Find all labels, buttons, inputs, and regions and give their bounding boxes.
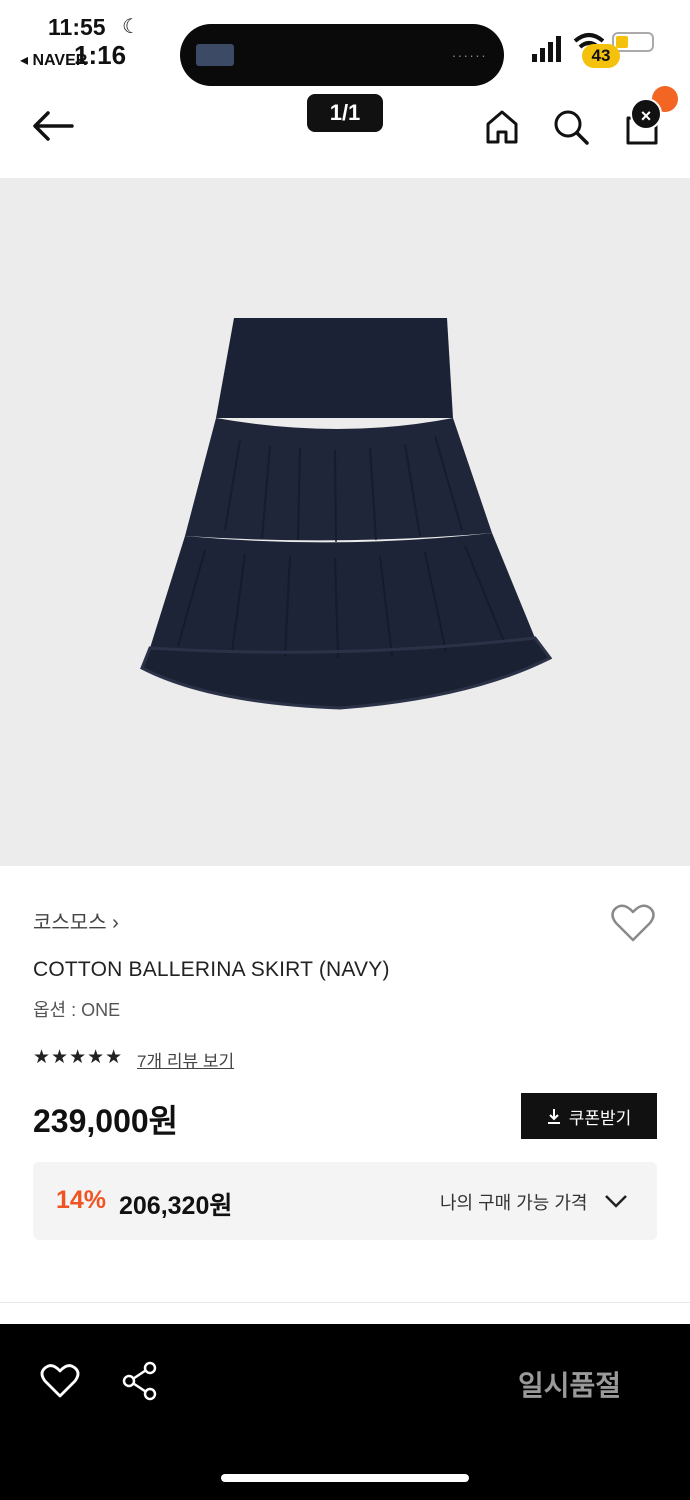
divider (0, 1302, 690, 1303)
share-icon[interactable] (120, 1360, 160, 1402)
coupon-label: 쿠폰받기 (568, 1108, 632, 1128)
image-pager: 1/1 (307, 94, 383, 132)
search-icon[interactable] (552, 108, 590, 146)
moon-icon: ☾ (122, 16, 140, 38)
product-name: COTTON BALLERINA SKIRT (NAVY) (33, 958, 390, 981)
soldout-button[interactable]: 일시품절 (518, 1364, 621, 1404)
brand-link[interactable]: 코스모스 › (33, 906, 119, 935)
product-option: 옵션 : ONE (33, 1000, 121, 1020)
back-arrow-icon[interactable] (30, 108, 76, 144)
skirt-illustration (140, 318, 553, 710)
battery-level-badge: 43 (582, 44, 620, 68)
wishlist-heart-icon[interactable] (40, 1362, 80, 1400)
review-link[interactable]: 7개 리뷰 보기 (137, 1047, 234, 1072)
chevron-down-icon[interactable] (604, 1190, 628, 1212)
home-icon[interactable] (484, 108, 520, 146)
product-price: 239,000원 (33, 1103, 179, 1139)
rating-stars: ★★★★★ (33, 1047, 124, 1068)
download-icon (547, 1109, 560, 1124)
island-dots: ...... (452, 44, 488, 60)
my-price-label[interactable]: 나의 구매 가능 가격 (440, 1189, 587, 1215)
cellular-signal-icon (532, 36, 561, 62)
close-overlay-button[interactable]: × (630, 98, 662, 130)
discount-price: 206,320원 (119, 1192, 233, 1220)
status-time-overlay: 1:16 (74, 40, 127, 70)
coupon-button[interactable]: 쿠폰받기 (521, 1093, 657, 1139)
product-image[interactable] (0, 178, 690, 866)
home-indicator[interactable] (221, 1474, 469, 1482)
battery-fill (616, 36, 628, 48)
media-thumbnail-icon (196, 44, 234, 66)
wishlist-heart-icon[interactable] (610, 902, 656, 944)
discount-percent: 14% (56, 1186, 107, 1214)
status-time: 11:55 (48, 14, 106, 40)
